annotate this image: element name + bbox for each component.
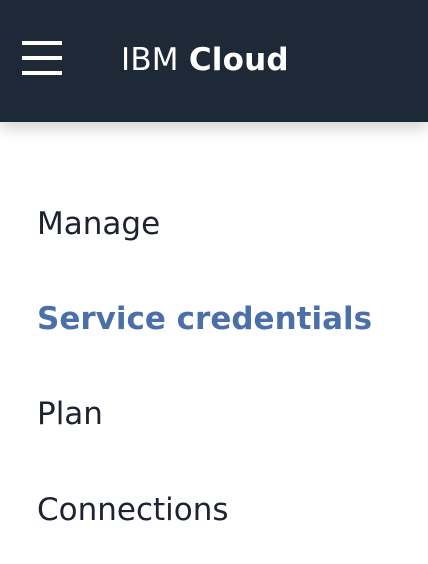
hamburger-bar-bottom	[22, 71, 62, 75]
top-header: IBM Cloud	[0, 0, 428, 122]
nav-item-service-credentials[interactable]: Service credentials	[37, 295, 372, 343]
brand-title-cloud: Cloud	[188, 42, 289, 78]
nav-item-plan[interactable]: Plan	[37, 390, 103, 438]
nav-menu: Manage Service credentials Plan Connecti…	[0, 122, 428, 564]
brand-title[interactable]: IBM Cloud	[121, 38, 289, 82]
hamburger-menu-icon[interactable]	[22, 41, 62, 77]
nav-item-manage[interactable]: Manage	[37, 200, 160, 248]
nav-item-connections[interactable]: Connections	[37, 486, 229, 534]
hamburger-bar-middle	[22, 56, 62, 60]
brand-title-ibm: IBM	[121, 42, 179, 78]
hamburger-bar-top	[22, 41, 62, 45]
